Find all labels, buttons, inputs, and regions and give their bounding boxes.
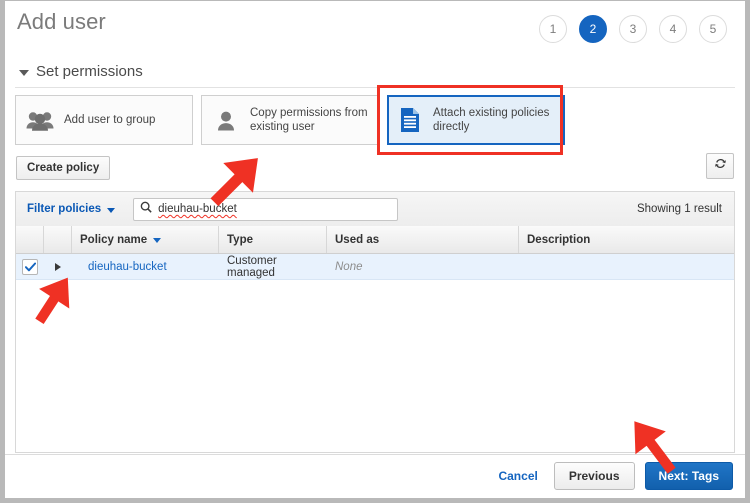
option-label: Copy permissions from existing user bbox=[250, 107, 368, 133]
row-checkbox-cell[interactable] bbox=[16, 254, 44, 279]
search-icon bbox=[140, 200, 152, 218]
column-header-description[interactable]: Description bbox=[519, 226, 734, 253]
chevron-down-icon bbox=[107, 207, 116, 213]
page-title: Add user bbox=[17, 9, 106, 34]
table-header-row: Policy name Type Used as Description bbox=[16, 226, 734, 254]
column-label: Description bbox=[527, 233, 591, 246]
search-input-value: dieuhau-bucket bbox=[158, 203, 237, 215]
step-indicator: 1 2 3 4 5 bbox=[539, 15, 727, 43]
column-label: Type bbox=[227, 233, 253, 246]
create-policy-button[interactable]: Create policy bbox=[16, 156, 111, 180]
refresh-icon bbox=[714, 157, 727, 175]
user-icon bbox=[212, 109, 240, 131]
step-2[interactable]: 2 bbox=[579, 15, 607, 43]
annotation-highlight-box bbox=[377, 85, 563, 155]
previous-button[interactable]: Previous bbox=[553, 462, 635, 490]
check-icon bbox=[24, 262, 36, 271]
refresh-button[interactable] bbox=[706, 153, 734, 179]
policies-table: Policy name Type Used as Description die… bbox=[15, 226, 735, 453]
column-header-select bbox=[16, 226, 44, 253]
set-permissions-header[interactable]: Set permissions bbox=[19, 63, 143, 80]
row-expand-cell[interactable] bbox=[44, 254, 72, 279]
user-group-icon bbox=[26, 109, 54, 131]
column-label: Used as bbox=[335, 233, 380, 246]
next-tags-button[interactable]: Next: Tags bbox=[644, 462, 733, 490]
filter-policies-dropdown[interactable]: Filter policies bbox=[27, 203, 116, 215]
policy-name-link[interactable]: dieuhau-bucket bbox=[88, 261, 167, 273]
chevron-down-icon bbox=[19, 69, 29, 76]
footer-divider bbox=[5, 454, 745, 455]
filter-bar: Filter policies dieuhau-bucket Showing 1… bbox=[15, 191, 735, 226]
add-user-page: Add user 1 2 3 4 5 Set permissions Add u… bbox=[5, 1, 745, 498]
result-count: Showing 1 result bbox=[636, 203, 722, 215]
column-header-type[interactable]: Type bbox=[219, 226, 327, 253]
step-1[interactable]: 1 bbox=[539, 15, 567, 43]
used-as-value: None bbox=[335, 260, 363, 273]
column-header-used-as[interactable]: Used as bbox=[327, 226, 519, 253]
column-header-policy-name[interactable]: Policy name bbox=[72, 226, 219, 253]
filter-policies-label: Filter policies bbox=[27, 203, 102, 215]
option-copy-permissions[interactable]: Copy permissions from existing user bbox=[201, 95, 379, 145]
browser-screen: Add user 1 2 3 4 5 Set permissions Add u… bbox=[0, 0, 750, 503]
section-divider bbox=[15, 87, 735, 88]
column-label: Policy name bbox=[80, 233, 148, 246]
footer-actions: Cancel Previous Next: Tags bbox=[492, 462, 733, 490]
cell-used-as: None bbox=[327, 254, 519, 279]
cell-description bbox=[519, 254, 734, 279]
step-3[interactable]: 3 bbox=[619, 15, 647, 43]
search-input[interactable]: dieuhau-bucket bbox=[133, 197, 399, 221]
cell-type: Customer managed bbox=[227, 254, 277, 279]
column-header-expand bbox=[44, 226, 72, 253]
sort-desc-icon bbox=[153, 238, 162, 243]
cancel-button[interactable]: Cancel bbox=[492, 469, 543, 483]
section-title: Set permissions bbox=[36, 63, 143, 80]
table-row[interactable]: dieuhau-bucket Customer managed None bbox=[16, 254, 734, 280]
step-4[interactable]: 4 bbox=[659, 15, 687, 43]
chevron-right-icon[interactable] bbox=[55, 262, 61, 271]
option-add-user-to-group[interactable]: Add user to group bbox=[15, 95, 193, 145]
option-label: Add user to group bbox=[64, 114, 156, 126]
step-5[interactable]: 5 bbox=[699, 15, 727, 43]
row-checkbox[interactable] bbox=[22, 258, 38, 275]
cell-policy-name[interactable]: dieuhau-bucket bbox=[72, 254, 219, 279]
